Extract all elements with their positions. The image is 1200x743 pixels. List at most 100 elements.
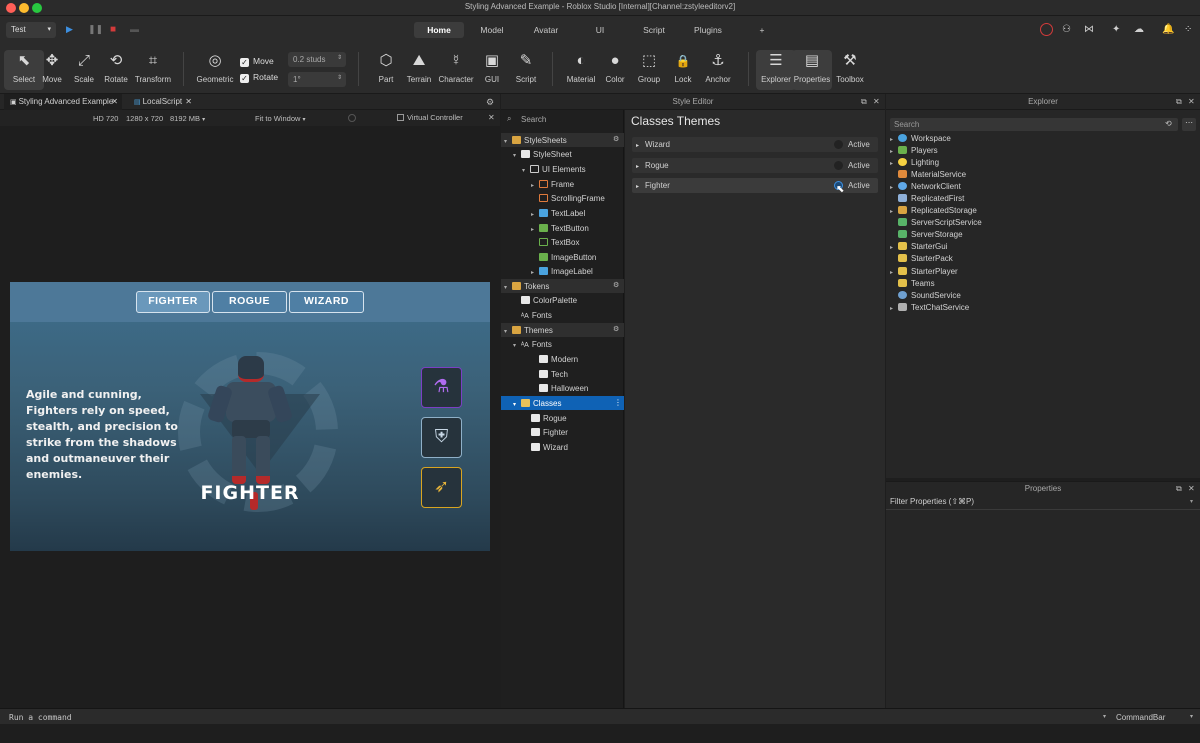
explorer-item-starterplayer[interactable]: ▸ StarterPlayer [890, 267, 1190, 279]
explorer-item-networkclient[interactable]: ▸ NetworkClient [890, 182, 1190, 194]
tree-item-ui-elements[interactable]: ▾ UI Elements [501, 162, 624, 176]
close-icon[interactable]: ✕ [1188, 484, 1195, 493]
tree-item-textbox[interactable]: TextBox [501, 235, 624, 249]
tree-item-classes[interactable]: ▾ Classes ⋮ [501, 396, 624, 410]
close-icon[interactable]: ✕ [873, 97, 880, 106]
anchor-tool-button[interactable]: ⚓ Anchor [698, 50, 738, 84]
properties-toggle-button[interactable]: ▤ Properties [792, 50, 832, 90]
share-icon[interactable]: ⋈ [1084, 24, 1094, 35]
tab-plugins[interactable]: Plugins [688, 22, 728, 38]
shield-icon[interactable]: ⛨ [421, 417, 462, 458]
settings-gear-icon[interactable]: ⚙ [486, 97, 494, 108]
step-icon[interactable]: ▬ [130, 24, 139, 34]
explorer-search-input[interactable]: Search ⟲ [890, 118, 1178, 131]
resolution-label[interactable]: HD 720 [93, 114, 118, 123]
tree-item-stylesheets[interactable]: ▾ StyleSheets ⚙ [501, 133, 624, 147]
tree-item-tokens[interactable]: ▾ Tokens ⚙ [501, 279, 624, 293]
active-toggle[interactable] [834, 140, 843, 149]
explorer-item-textchatservice[interactable]: ▸ TextChatService [890, 303, 1190, 315]
tree-item-halloween[interactable]: Halloween [501, 381, 624, 395]
explorer-item-lighting[interactable]: ▸ Lighting [890, 158, 1190, 170]
tab-model[interactable]: Model [472, 22, 512, 38]
tab-ui[interactable]: UI [580, 22, 620, 38]
explorer-item-players[interactable]: ▸ Players [890, 146, 1190, 158]
explorer-item-workspace[interactable]: ▸ Workspace [890, 134, 1190, 146]
character-tool-button[interactable]: ☿ Character [436, 50, 476, 84]
pop-out-icon[interactable]: ⧉ [861, 97, 867, 107]
explorer-item-teams[interactable]: Teams [890, 279, 1190, 291]
tree-item-scrollingframe[interactable]: ScrollingFrame [501, 191, 624, 205]
tree-item-fonts-theme[interactable]: ▾ ᴬA Fonts [501, 337, 624, 351]
explorer-item-replicatedstorage[interactable]: ▸ ReplicatedStorage [890, 206, 1190, 218]
tree-item-textbutton[interactable]: ▸ TextButton [501, 221, 624, 235]
move-snap-checkbox[interactable]: ✓ Move [240, 56, 274, 67]
explorer-item-replicatedfirst[interactable]: ReplicatedFirst [890, 194, 1190, 206]
tab-styling-advanced-example[interactable]: ▣ Styling Advanced Example ✕ [4, 94, 122, 110]
tree-item-frame[interactable]: ▸ Frame [501, 177, 624, 191]
tree-item-modern[interactable]: Modern [501, 352, 624, 366]
lock-tool-button[interactable]: 🔒 Lock [663, 50, 703, 84]
fit-dropdown[interactable]: Fit to Window ▾ [255, 114, 306, 123]
play-icon[interactable]: ▶ [66, 24, 73, 35]
add-collaborator-icon[interactable]: ⚇ [1062, 24, 1071, 35]
theme-row-wizard[interactable]: ▸ Wizard Active [632, 137, 878, 152]
wizard-class-button[interactable]: WIZARD [289, 291, 364, 313]
terrain-tool-button[interactable]: ⛰ Terrain [399, 50, 439, 84]
rogue-class-button[interactable]: ROGUE [212, 291, 287, 313]
tree-item-stylesheet[interactable]: ▾ StyleSheet [501, 147, 624, 161]
settings-gear-icon[interactable]: ⚙ [613, 135, 619, 143]
more-options-icon[interactable]: ⋯ [1182, 118, 1196, 131]
assistant-sparkle-icon[interactable]: ✦ [1112, 24, 1120, 35]
explorer-item-serverscriptservice[interactable]: ServerScriptService [890, 218, 1190, 230]
tree-item-imagebutton[interactable]: ImageButton [501, 250, 624, 264]
explorer-item-materialservice[interactable]: MaterialService [890, 170, 1190, 182]
mode-select[interactable]: Test ▾ [6, 22, 56, 38]
explorer-item-serverstorage[interactable]: ServerStorage [890, 230, 1190, 242]
tree-item-textlabel[interactable]: ▸ TextLabel [501, 206, 624, 220]
pop-out-icon[interactable]: ⧉ [1176, 484, 1182, 494]
chevron-down-icon[interactable]: ▾ [1190, 713, 1193, 720]
record-icon[interactable] [1040, 23, 1053, 36]
explorer-item-startergui[interactable]: ▸ StarterGui [890, 242, 1190, 254]
profile-icon[interactable]: ⁘ [1184, 24, 1192, 35]
rotate-snap-checkbox[interactable]: ✓ Rotate [240, 72, 278, 83]
chevron-down-icon[interactable]: ▾ [1103, 713, 1106, 720]
add-tab-button[interactable]: + [752, 22, 772, 38]
filter-properties-input[interactable]: Filter Properties (⇧⌘P) [890, 497, 974, 506]
tree-item-fonts-token[interactable]: ᴬA Fonts [501, 308, 624, 322]
tree-item-wizard[interactable]: Wizard [501, 440, 624, 454]
cloud-icon[interactable]: ☁ [1134, 24, 1144, 35]
tree-item-fighter[interactable]: Fighter [501, 425, 624, 439]
pause-icon[interactable]: ❚❚ [88, 24, 103, 35]
active-toggle[interactable] [834, 161, 843, 170]
close-tab-icon[interactable]: ✕ [111, 97, 118, 106]
geometric-tool-button[interactable]: ◎ Geometric [195, 50, 235, 84]
orientation-icon[interactable] [348, 114, 356, 122]
transform-tool-button[interactable]: ⌗ Transform [133, 50, 173, 84]
chevron-down-icon[interactable]: ▾ [1190, 498, 1193, 505]
memory-dropdown[interactable]: 8192 MB ▾ [170, 114, 205, 123]
rotate-degrees-input[interactable]: 1° ⇕ [288, 72, 346, 87]
move-studs-input[interactable]: 0.2 studs ⇕ [288, 52, 346, 67]
pop-out-icon[interactable]: ⧉ [1176, 97, 1182, 107]
tree-item-colorpalette[interactable]: ColorPalette [501, 293, 624, 307]
tab-localscript[interactable]: ▤ LocalScript ✕ [128, 94, 196, 110]
explorer-toggle-button[interactable]: ☰ Explorer [756, 50, 796, 90]
fighter-class-button[interactable]: FIGHTER [136, 291, 210, 313]
explorer-item-starterpack[interactable]: StarterPack [890, 254, 1190, 266]
tree-item-rogue[interactable]: Rogue [501, 411, 624, 425]
tree-item-tech[interactable]: Tech [501, 367, 624, 381]
script-tool-button[interactable]: ✎ Script [506, 50, 546, 84]
tab-avatar[interactable]: Avatar [526, 22, 566, 38]
settings-gear-icon[interactable]: ⚙ [613, 325, 619, 333]
theme-row-rogue[interactable]: ▸ Rogue Active [632, 158, 878, 173]
style-editor-search[interactable]: ⌕ Search [501, 110, 624, 130]
more-options-icon[interactable]: ⋮ [614, 398, 622, 407]
close-icon[interactable]: ✕ [1188, 97, 1195, 106]
potion-icon[interactable]: ⚗ [421, 367, 462, 408]
tab-script[interactable]: Script [634, 22, 674, 38]
virtual-controller-toggle[interactable]: Virtual Controller [397, 113, 463, 122]
explorer-item-soundservice[interactable]: SoundService [890, 291, 1190, 303]
tree-item-imagelabel[interactable]: ▸ ImageLabel [501, 264, 624, 278]
history-icon[interactable]: ⟲ [1165, 119, 1172, 128]
